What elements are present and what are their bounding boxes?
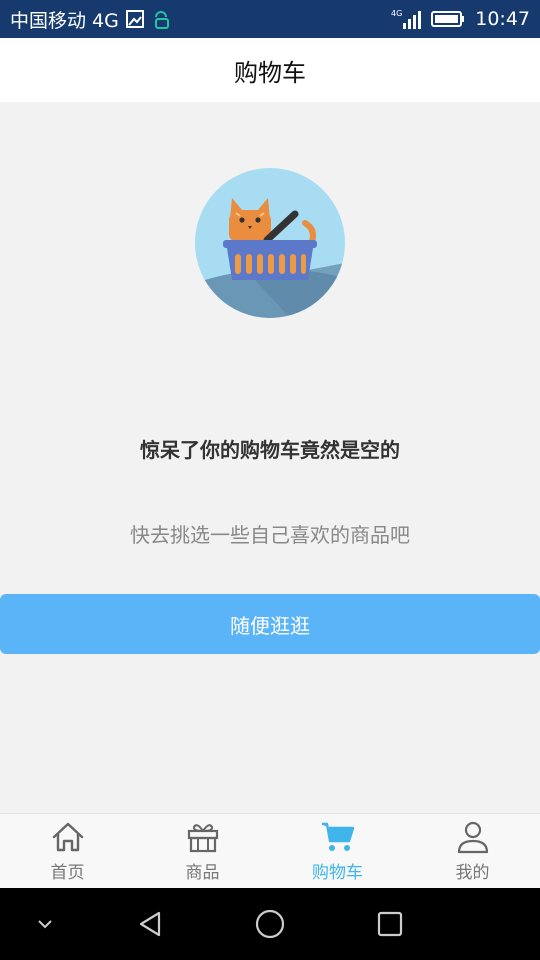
empty-cart-illustration <box>195 168 345 318</box>
browse-button[interactable]: 随便逛逛 <box>0 594 540 654</box>
signal-icon: 4G <box>391 8 422 30</box>
recents-button[interactable] <box>370 906 410 942</box>
chevron-down-icon <box>38 920 52 929</box>
tab-profile-label: 我的 <box>455 863 490 883</box>
battery-icon <box>431 10 465 28</box>
carrier-label: 中国移动 4G <box>10 9 119 32</box>
network-type-label: 4G <box>391 9 402 18</box>
gift-icon <box>187 824 218 853</box>
home-icon <box>52 822 83 852</box>
status-bar: 中国移动 4G 4G 10:47 <box>0 0 540 38</box>
cart-icon <box>321 822 354 851</box>
image-notification-icon <box>125 9 145 29</box>
user-icon <box>457 821 488 854</box>
system-navigation-bar <box>0 888 540 960</box>
page-header: 购物车 <box>0 38 540 102</box>
tab-home-label: 首页 <box>50 863 85 883</box>
tab-cart-label: 购物车 <box>312 863 363 883</box>
empty-cart-subtitle: 快去挑选一些自己喜欢的商品吧 <box>130 523 410 547</box>
home-button[interactable] <box>250 904 290 944</box>
clock: 10:47 <box>475 8 530 30</box>
tab-cart[interactable]: 购物车 <box>270 814 405 888</box>
bottom-tab-bar: 首页 商品 购物车 我的 <box>0 813 540 888</box>
back-triangle-icon <box>139 911 161 937</box>
home-circle-icon <box>255 909 285 939</box>
tab-products[interactable]: 商品 <box>135 814 270 888</box>
app-notification-icon <box>151 8 171 30</box>
tab-profile[interactable]: 我的 <box>405 814 540 888</box>
hide-keyboard-button[interactable] <box>30 910 60 938</box>
empty-cart-title: 惊呆了你的购物车竟然是空的 <box>140 438 400 462</box>
tab-home[interactable]: 首页 <box>0 814 135 888</box>
empty-cart-content: 惊呆了你的购物车竟然是空的 快去挑选一些自己喜欢的商品吧 随便逛逛 <box>0 102 540 813</box>
page-title: 购物车 <box>234 58 306 87</box>
tab-products-label: 商品 <box>185 863 220 883</box>
back-button[interactable] <box>130 906 170 942</box>
cat-basket-icon <box>195 168 345 318</box>
recents-square-icon <box>377 911 403 937</box>
